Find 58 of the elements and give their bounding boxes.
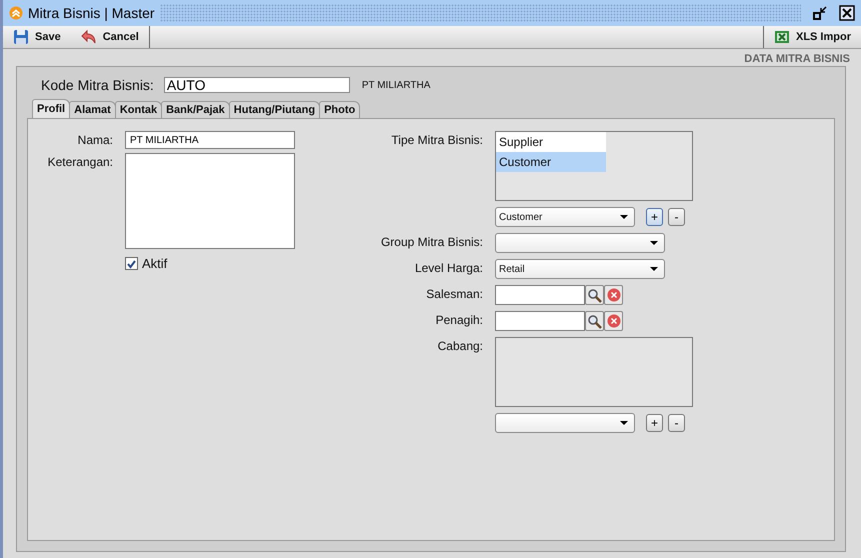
search-button[interactable] xyxy=(585,311,604,331)
small-button[interactable]: + xyxy=(646,208,663,226)
tab[interactable]: Kontak xyxy=(114,101,162,118)
app-icon xyxy=(9,6,23,20)
field-label: Keterangan: xyxy=(46,154,113,171)
input-field[interactable]: PT MILIARTHA xyxy=(125,131,295,149)
input-field[interactable] xyxy=(495,285,585,305)
caret-icon xyxy=(649,266,659,272)
window-title: Mitra Bisnis | Master xyxy=(28,5,155,21)
field-label: Nama: xyxy=(76,132,113,149)
caret-icon xyxy=(619,214,629,220)
clear-button[interactable] xyxy=(604,285,623,305)
search-button[interactable] xyxy=(585,285,604,305)
tab[interactable]: Bank/Pajak xyxy=(161,101,230,118)
close-icon xyxy=(606,314,620,328)
cancel-button[interactable]: Cancel xyxy=(70,26,149,48)
list-box[interactable] xyxy=(495,337,693,407)
search-icon xyxy=(587,314,602,328)
field-label: Kode Mitra Bisnis: xyxy=(41,77,154,93)
field-label: Salesman: xyxy=(425,286,483,303)
field-label: Tipe Mitra Bisnis: xyxy=(390,132,483,149)
tab[interactable]: Hutang/Piutang xyxy=(228,101,320,118)
small-button[interactable]: - xyxy=(668,208,685,226)
field-label: Penagih: xyxy=(434,312,483,329)
section-heading: DATA MITRA BISNIS xyxy=(744,53,850,66)
clear-button[interactable] xyxy=(604,311,623,331)
close-icon[interactable] xyxy=(839,5,855,21)
checkbox[interactable] xyxy=(125,257,138,270)
caret-icon xyxy=(619,420,629,426)
field-label: Group Mitra Bisnis: xyxy=(380,234,483,251)
list-item[interactable]: Customer xyxy=(496,152,606,172)
checkbox-label: Aktif xyxy=(142,256,168,271)
check-icon xyxy=(126,258,137,268)
restore-icon[interactable] xyxy=(812,5,828,21)
caret-icon xyxy=(649,240,659,246)
input-field[interactable]: AUTO xyxy=(164,77,350,93)
dropdown[interactable]: Customer xyxy=(495,207,635,227)
list-item[interactable]: Supplier xyxy=(496,132,606,152)
dropdown[interactable]: Retail xyxy=(495,259,665,279)
small-button[interactable]: + xyxy=(646,414,663,432)
field-label: Level Harga: xyxy=(414,260,483,277)
dropdown[interactable] xyxy=(495,413,635,433)
caption-text: PT MILIARTHA xyxy=(362,80,430,90)
dropdown[interactable] xyxy=(495,233,665,253)
list-box[interactable]: Supplier Customer xyxy=(495,131,693,201)
close-icon xyxy=(606,288,620,302)
tab[interactable]: Alamat xyxy=(69,101,116,118)
save-button[interactable]: Save xyxy=(3,26,71,48)
search-icon xyxy=(587,288,602,302)
field-label: Cabang: xyxy=(436,338,483,355)
text-area[interactable] xyxy=(125,153,295,249)
spreadsheet-icon xyxy=(774,29,790,45)
tab[interactable]: Profil xyxy=(32,99,70,118)
import-button[interactable]: XLS Impor xyxy=(764,26,861,48)
undo-arrow-icon xyxy=(80,29,97,45)
input-field[interactable] xyxy=(495,311,585,331)
small-button[interactable]: - xyxy=(668,414,685,432)
tab[interactable]: Photo xyxy=(319,101,360,118)
